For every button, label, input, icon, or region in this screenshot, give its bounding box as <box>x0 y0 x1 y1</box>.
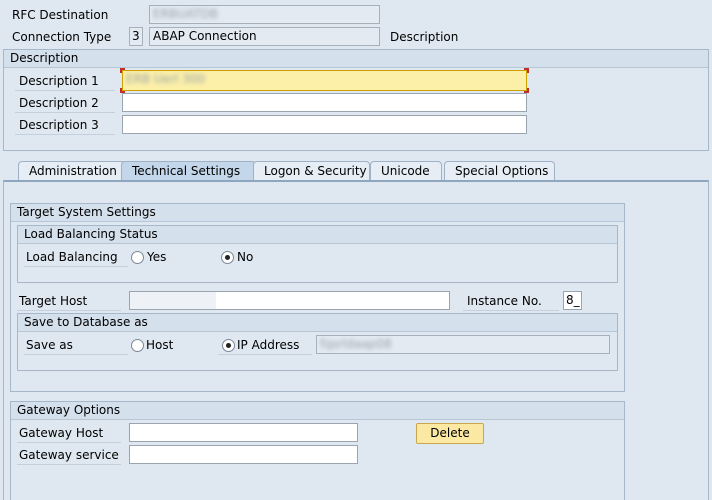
target-host-label: Target Host <box>19 294 88 308</box>
instance-no-underline <box>463 310 559 311</box>
gateway-service-underline <box>17 464 121 465</box>
save-as-ip-underline <box>218 354 312 355</box>
save-as-host-radio[interactable] <box>131 339 144 352</box>
ip-address-field: fqsrldaap08 <box>316 335 610 354</box>
tab-unicode[interactable]: Unicode <box>370 161 442 181</box>
load-balancing-no-radio[interactable] <box>221 251 234 264</box>
description-2-label: Description 2 <box>19 96 99 110</box>
gateway-host-underline <box>17 442 121 443</box>
focus-corner-tl <box>120 68 125 73</box>
save-as-ip-radio[interactable] <box>222 339 235 352</box>
load-balancing-status-title: Load Balancing Status <box>18 226 617 244</box>
connection-type-description: Description <box>390 30 459 44</box>
load-balancing-underline <box>24 266 128 267</box>
instance-no-label: Instance No. <box>467 294 542 308</box>
delete-button[interactable]: Delete <box>416 423 484 444</box>
description-1-value: ERB Uerl 300 <box>126 72 206 86</box>
ip-address-value: fqsrldaap08 <box>320 337 392 351</box>
target-host-readonly-part <box>130 292 216 309</box>
description-2-input[interactable] <box>122 93 527 112</box>
description-1-input[interactable]: ERB Uerl 300 <box>122 70 527 91</box>
description-3-input[interactable] <box>122 115 527 134</box>
description-3-underline <box>15 134 115 135</box>
gateway-host-label: Gateway Host <box>19 426 104 440</box>
tab-technical-settings[interactable]: Technical Settings <box>121 161 256 181</box>
gateway-options-title: Gateway Options <box>11 402 624 420</box>
load-balancing-yes-radio[interactable] <box>131 251 144 264</box>
connection-type-value: ABAP Connection <box>149 27 380 46</box>
connection-type-code: 3 <box>129 27 143 46</box>
description-3-label: Description 3 <box>19 118 99 132</box>
rfc-destination-value: ERBUATDB <box>153 7 219 21</box>
focus-corner-tr <box>524 68 529 73</box>
save-as-ip-label: IP Address <box>237 338 300 352</box>
gateway-service-label: Gateway service <box>19 448 119 462</box>
description-group-title: Description <box>4 50 708 68</box>
gateway-host-input[interactable] <box>129 423 358 442</box>
load-balancing-label: Load Balancing <box>26 250 118 264</box>
description-2-underline <box>15 112 115 113</box>
save-as-underline <box>24 354 128 355</box>
save-as-label: Save as <box>26 338 73 352</box>
save-to-database-title: Save to Database as <box>18 314 617 332</box>
rfc-destination-label: RFC Destination <box>12 8 109 22</box>
tab-logon-security[interactable]: Logon & Security <box>253 161 370 181</box>
tab-special-options[interactable]: Special Options <box>444 161 555 181</box>
gateway-service-input[interactable] <box>129 445 358 464</box>
instance-no-input[interactable]: 8_ <box>563 291 582 310</box>
description-1-label: Description 1 <box>19 74 99 88</box>
tab-administration[interactable]: Administration <box>18 161 126 181</box>
load-balancing-no-label: No <box>237 250 254 264</box>
target-system-title: Target System Settings <box>11 204 624 222</box>
save-as-host-label: Host <box>146 338 174 352</box>
connection-type-label: Connection Type <box>12 30 112 44</box>
rfc-destination-field[interactable]: ERBUATDB <box>149 5 380 24</box>
target-host-underline <box>17 310 121 311</box>
load-balancing-yes-label: Yes <box>147 250 167 264</box>
description-1-underline <box>15 90 115 91</box>
